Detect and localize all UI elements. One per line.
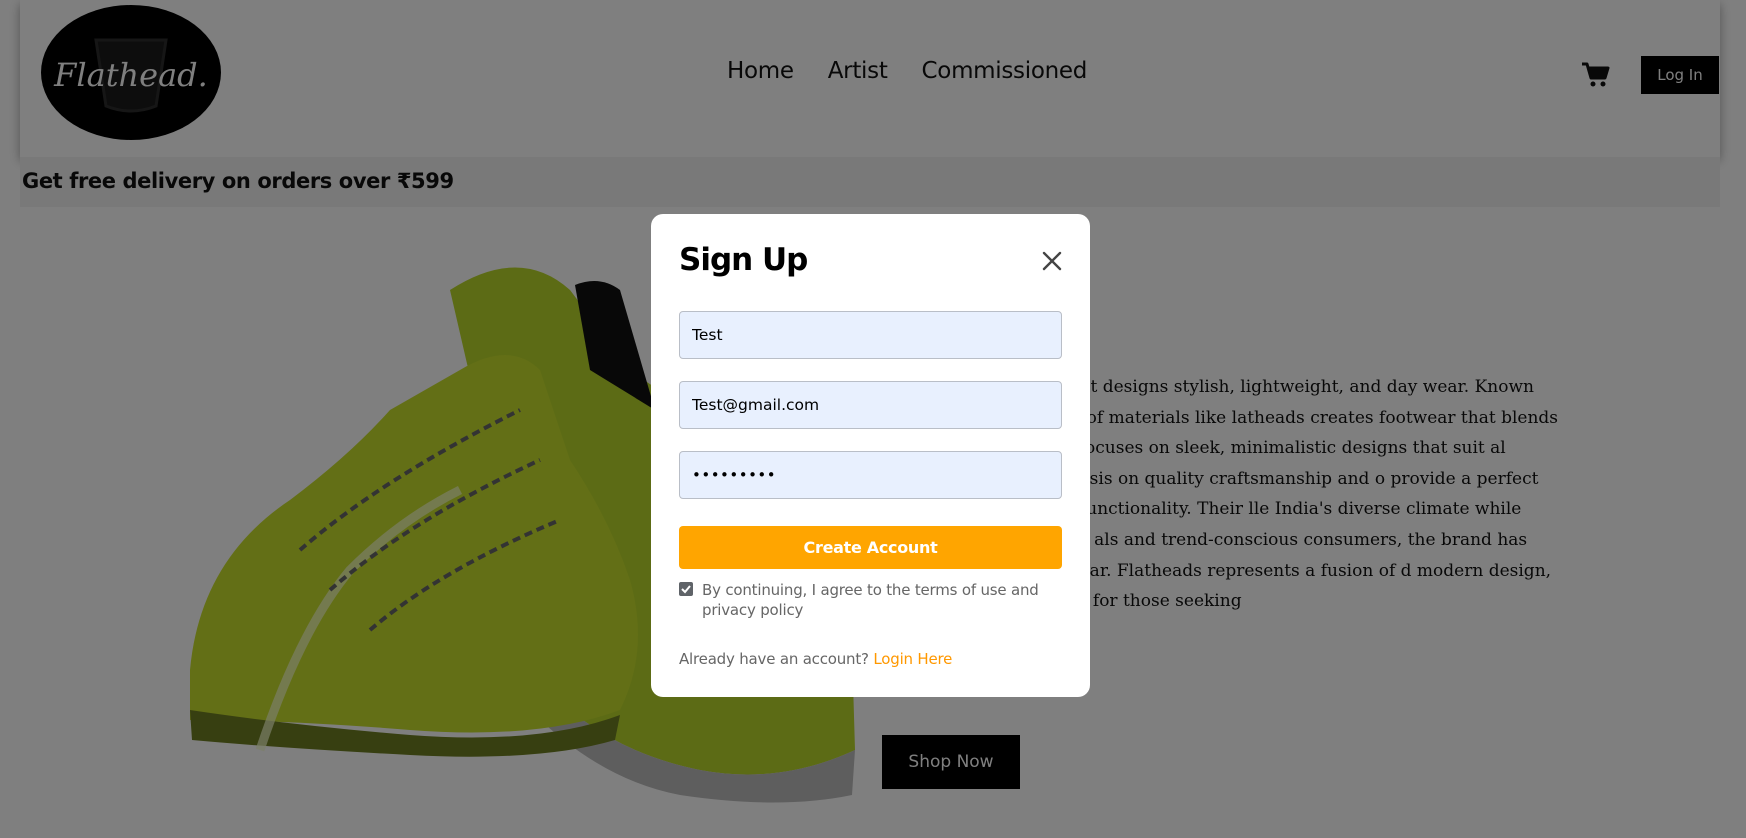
email-field[interactable] [679,381,1062,429]
close-icon[interactable] [1039,248,1065,274]
account-row: Already have an account? Login Here [679,650,952,668]
login-link[interactable]: Login Here [873,650,952,668]
create-account-button[interactable]: Create Account [679,526,1062,569]
signup-modal: Sign Up Create Account By continuing, I … [651,214,1090,697]
password-field[interactable] [679,451,1062,499]
account-text: Already have an account? [679,650,869,668]
terms-row: By continuing, I agree to the terms of u… [679,580,1062,620]
terms-checkbox[interactable] [679,582,693,596]
name-field[interactable] [679,311,1062,359]
modal-title: Sign Up [679,242,808,278]
checkmark-icon [681,585,691,594]
terms-text: By continuing, I agree to the terms of u… [702,581,1039,619]
